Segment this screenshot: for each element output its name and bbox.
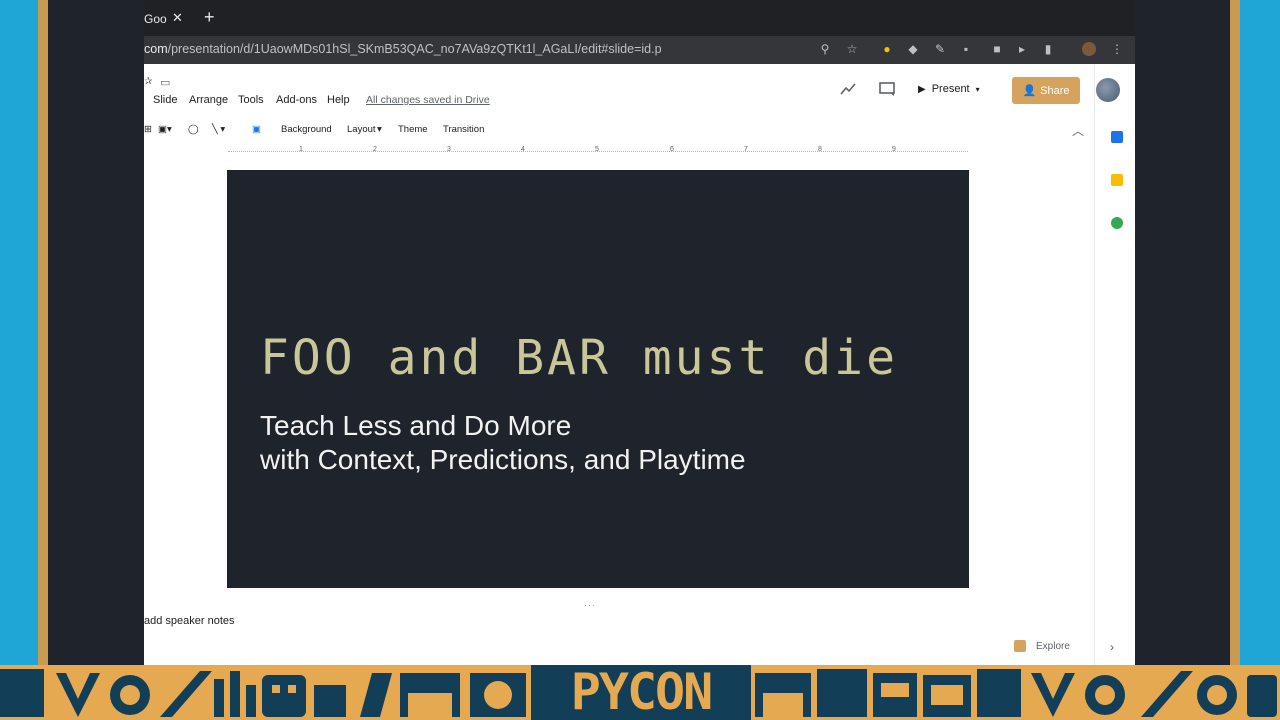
present-button[interactable]: ▶ Present ▾: [918, 78, 980, 100]
extension-icon[interactable]: ✎: [933, 42, 947, 56]
extension-icon[interactable]: ■: [990, 42, 1004, 56]
new-tab-icon[interactable]: +: [204, 7, 215, 28]
present-play-icon: ▶: [918, 83, 926, 95]
side-panel: [1094, 64, 1135, 665]
notes-resize-handle[interactable]: ···: [584, 600, 596, 610]
explore-label: Explore: [1036, 640, 1070, 652]
share-label: Share: [1040, 84, 1070, 97]
profile-icon[interactable]: [1082, 42, 1096, 56]
ruler-number: 6: [670, 146, 674, 153]
address-bar[interactable]: com/presentation/d/1UaowMDs01hSl_SKmB53Q…: [144, 36, 1135, 64]
ruler-number: 7: [744, 146, 748, 153]
extension-icon[interactable]: ▮: [1041, 42, 1055, 56]
chevron-down-icon[interactable]: ▾: [976, 85, 980, 94]
frame-left: [0, 0, 40, 665]
shape-icon[interactable]: ◯: [188, 124, 199, 135]
theme-button[interactable]: Theme: [398, 124, 428, 135]
frame-gold-right: [1230, 0, 1240, 665]
layout-button[interactable]: Layout: [347, 124, 376, 135]
ruler-number: 4: [521, 146, 525, 153]
ruler-number: 8: [818, 146, 822, 153]
extension-icon[interactable]: ◆: [906, 42, 920, 56]
ruler-number: 9: [892, 146, 896, 153]
ruler[interactable]: 1 2 3 4 5 6 7 8 9: [144, 146, 1094, 158]
explore-button[interactable]: Explore: [1014, 640, 1070, 652]
tab-title: Goo: [144, 12, 167, 26]
pycon-banner: PYCON 2020: [0, 665, 1280, 720]
slide-canvas[interactable]: FOO and BAR must die Teach Less and Do M…: [227, 170, 969, 588]
explore-icon: [1014, 640, 1026, 652]
menu-dots-icon[interactable]: ⋮: [1110, 42, 1124, 56]
line-icon[interactable]: ╲ ▾: [212, 124, 225, 135]
speaker-notes-field[interactable]: add speaker notes: [144, 615, 235, 627]
tasks-icon[interactable]: [1111, 217, 1123, 229]
browser-tab[interactable]: Goo: [144, 6, 194, 36]
url-path: /presentation/d/1UaowMDs01hSl_SKmB53QAC_…: [167, 42, 662, 56]
url-text[interactable]: com/presentation/d/1UaowMDs01hSl_SKmB53Q…: [144, 42, 662, 56]
comment-icon[interactable]: [879, 82, 895, 96]
slide-subtitle-line[interactable]: with Context, Predictions, and Playtime: [260, 444, 746, 476]
activity-trend-icon[interactable]: [840, 82, 856, 96]
slides-app: ✰ ▭ Slide Arrange Tools Add-ons Help All…: [144, 64, 1135, 665]
comment-add-icon[interactable]: ▣: [252, 124, 261, 135]
tab-bar: Goo ✕ +: [144, 0, 1135, 36]
extension-icon[interactable]: ●: [880, 42, 894, 56]
chevron-up-icon[interactable]: ︿: [1072, 122, 1084, 139]
background-button[interactable]: Background: [281, 124, 332, 135]
menu-slide[interactable]: Slide: [153, 94, 177, 106]
banner-pattern-left: [0, 665, 531, 720]
menu-tools[interactable]: Tools: [238, 94, 264, 106]
banner-pattern-right: [751, 665, 1280, 720]
url-host: com: [144, 42, 168, 56]
text-box-icon[interactable]: ⊞: [144, 124, 152, 135]
slide-title[interactable]: FOO and BAR must die: [260, 330, 898, 386]
calendar-icon[interactable]: [1111, 131, 1123, 143]
browser-window: Goo ✕ + com/presentation/d/1UaowMDs01hSl…: [144, 0, 1135, 665]
image-icon[interactable]: ▣▾: [158, 124, 172, 135]
save-status-link[interactable]: All changes saved in Drive: [366, 94, 490, 106]
frame-gold-left: [38, 0, 48, 665]
menu-help[interactable]: Help: [327, 94, 350, 106]
menu-arrange[interactable]: Arrange: [189, 94, 228, 106]
frame-right: [1240, 0, 1280, 665]
share-button[interactable]: 👤 Share: [1012, 77, 1080, 104]
ruler-number: 2: [373, 146, 377, 153]
toolbar: ⊞ ▣▾ ◯ ╲ ▾ ▣ Background Layout ▾ Theme T…: [144, 120, 1094, 140]
keep-icon[interactable]: [1111, 174, 1123, 186]
transition-button[interactable]: Transition: [443, 124, 484, 135]
ruler-number: 1: [299, 146, 303, 153]
star-icon[interactable]: ✰: [144, 76, 152, 87]
bookmark-star-icon[interactable]: ☆: [845, 42, 859, 56]
present-label: Present: [931, 83, 970, 95]
slide-subtitle-line[interactable]: Teach Less and Do More: [260, 410, 571, 442]
extension-icon[interactable]: ▪: [959, 42, 973, 56]
menu-addons[interactable]: Add-ons: [276, 94, 317, 106]
pycon-logo-text: PYCON 2020: [531, 665, 751, 720]
ruler-number: 5: [595, 146, 599, 153]
extension-icon[interactable]: ▸: [1015, 42, 1029, 56]
person-icon: 👤: [1022, 85, 1037, 97]
chevron-down-icon[interactable]: ▾: [377, 124, 382, 135]
folder-icon[interactable]: ▭: [160, 76, 170, 89]
search-icon[interactable]: ⚲: [818, 42, 832, 56]
tab-close-icon[interactable]: ✕: [172, 10, 183, 26]
ruler-number: 3: [447, 146, 451, 153]
